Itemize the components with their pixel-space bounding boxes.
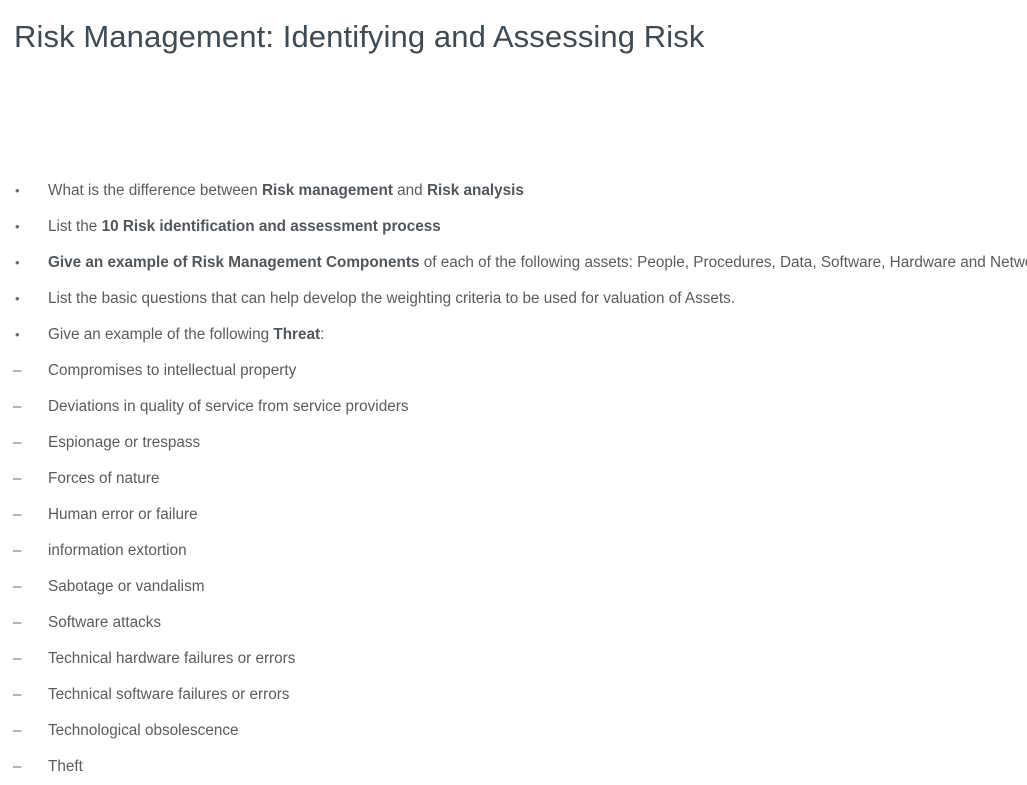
page-title: Risk Management: Identifying and Assessi… — [14, 18, 705, 54]
bullet-dash-icon: – — [13, 686, 22, 703]
bullet-dash-icon: – — [13, 434, 22, 451]
plain-text: Espionage or trespass — [48, 434, 201, 451]
plain-text: Human error or failure — [48, 506, 198, 523]
list-item-text: Forces of nature — [48, 461, 159, 497]
list-item: • List the basic questions that can help … — [0, 281, 1027, 317]
bullet-dash-icon: – — [13, 578, 22, 595]
plain-text: Technical software failures or errors — [48, 686, 290, 703]
plain-text: Theft — [48, 758, 83, 775]
list-item: – Theft — [0, 749, 1027, 785]
plain-text: Compromises to intellectual property — [48, 362, 297, 379]
list-item-text: Technological obsolescence — [48, 713, 239, 749]
plain-text: Technical hardware failures or errors — [48, 650, 296, 667]
bullet-dot-icon: • — [15, 183, 20, 198]
list-item: • List the 10 Risk identification and ass… — [0, 209, 1027, 245]
bullet-dash-icon: – — [13, 542, 22, 559]
bullet-dot-icon: • — [15, 219, 20, 234]
emphasis-text: Risk management — [262, 182, 393, 199]
bullet-dash-icon: – — [13, 614, 22, 631]
bullet-dash-icon: – — [13, 398, 22, 415]
list-item-text: Give an example of Risk Management Compo… — [48, 245, 1027, 281]
plain-text: List the — [48, 218, 102, 235]
list-item-text: Sabotage or vandalism — [48, 569, 204, 605]
list-item: – Technical software failures or errors — [0, 677, 1027, 713]
plain-text: Software attacks — [48, 614, 162, 631]
list-item-text: information extortion — [48, 533, 187, 569]
bullet-dot-icon: • — [15, 327, 20, 342]
list-item: – Technological obsolescence — [0, 713, 1027, 749]
list-item: – Software attacks — [0, 605, 1027, 641]
list-item-text: Technical hardware failures or errors — [48, 641, 295, 677]
list-item-text: Give an example of the following Threat: — [48, 317, 324, 353]
plain-text: of each of the following assets: People,… — [419, 254, 1027, 271]
plain-text: and — [392, 182, 427, 199]
list-item-text: Compromises to intellectual property — [48, 353, 296, 389]
plain-text: Give an example of the following — [48, 326, 274, 343]
plain-text: Forces of nature — [48, 470, 160, 487]
bullet-dot-icon: • — [15, 291, 20, 306]
list-item: – Forces of nature — [0, 461, 1027, 497]
plain-text: Technological obsolescence — [48, 722, 239, 739]
list-item-text: Human error or failure — [48, 497, 198, 533]
list-item: • What is the difference between Risk man… — [0, 173, 1027, 209]
list-item-text: List the 10 Risk identification and asse… — [48, 209, 441, 245]
emphasis-text: Risk analysis — [426, 182, 524, 199]
content-bullet-list: • What is the difference between Risk man… — [0, 173, 1027, 785]
bullet-dash-icon: – — [13, 722, 22, 739]
list-item-text: Deviations in quality of service from se… — [48, 389, 408, 425]
emphasis-text: Threat — [273, 326, 321, 343]
plain-text: List the basic questions that can help d… — [48, 290, 736, 307]
list-item: – Technical hardware failures or errors — [0, 641, 1027, 677]
list-item: – Compromises to intellectual property — [0, 353, 1027, 389]
list-item: – information extortion — [0, 533, 1027, 569]
emphasis-text: Give an example of Risk Management Compo… — [48, 254, 420, 271]
bullet-dash-icon: – — [13, 650, 22, 667]
list-item: • Give an example of Risk Management Comp… — [0, 245, 1027, 281]
list-item: – Espionage or trespass — [0, 425, 1027, 461]
plain-text: Deviations in quality of service from se… — [48, 398, 409, 415]
list-item-text: Theft — [48, 749, 83, 785]
list-item-text: Technical software failures or errors — [48, 677, 289, 713]
list-item: – Deviations in quality of service from s… — [0, 389, 1027, 425]
plain-text: What is the difference between — [48, 182, 262, 199]
list-item: – Sabotage or vandalism — [0, 569, 1027, 605]
list-item-text: Software attacks — [48, 605, 161, 641]
list-item: – Human error or failure — [0, 497, 1027, 533]
list-item-text: What is the difference between Risk mana… — [48, 173, 524, 209]
bullet-dash-icon: – — [13, 470, 22, 487]
list-item: • Give an example of the following Threat… — [0, 317, 1027, 353]
bullet-dash-icon: – — [13, 506, 22, 523]
emphasis-text: 10 Risk identification and assessment pr… — [101, 218, 441, 235]
bullet-dash-icon: – — [13, 362, 22, 379]
plain-text: information extortion — [48, 542, 187, 559]
plain-text: Sabotage or vandalism — [48, 578, 205, 595]
slide-canvas: Risk Management: Identifying and Assessi… — [0, 0, 1027, 776]
plain-text: : — [320, 326, 325, 343]
bullet-dash-icon: – — [13, 758, 22, 775]
list-item-text: Espionage or trespass — [48, 425, 200, 461]
list-item-text: List the basic questions that can help d… — [48, 281, 735, 317]
bullet-dot-icon: • — [15, 255, 20, 270]
